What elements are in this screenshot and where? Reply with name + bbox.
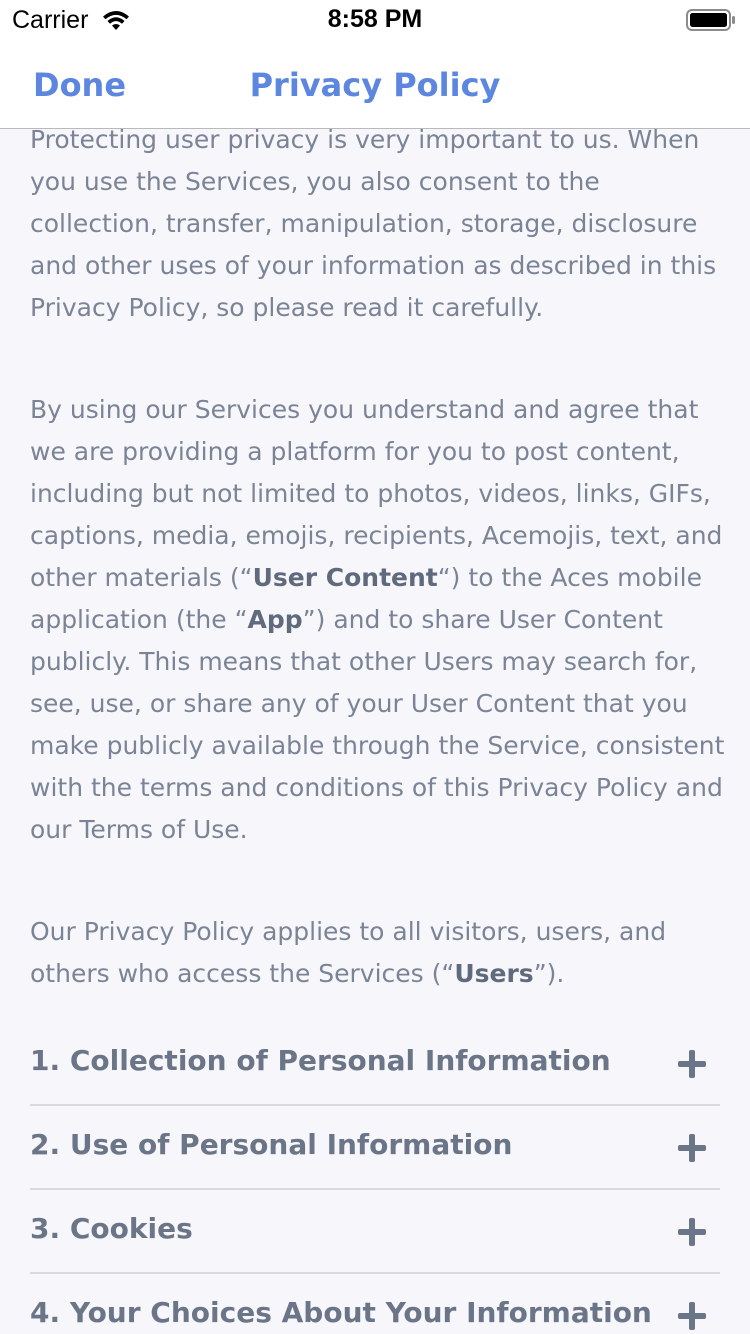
navigation-bar: Done Privacy Policy <box>0 40 750 129</box>
section-collection-of-personal-information[interactable]: 1. Collection of Personal Information <box>30 1022 720 1106</box>
page-title: Privacy Policy <box>249 66 501 104</box>
plus-icon[interactable] <box>678 1218 706 1246</box>
status-time: 8:58 PM <box>327 5 423 33</box>
plus-icon[interactable] <box>678 1134 706 1162</box>
services-paragraph: By using our Services you understand and… <box>30 389 730 851</box>
section-title: 4. Your Choices About Your Information <box>30 1296 652 1329</box>
users-term: Users <box>454 959 534 988</box>
applies-text-1: Our Privacy Policy applies to all visito… <box>30 917 667 988</box>
services-text-3: ”) and to share User Content publicly. T… <box>30 605 725 844</box>
plus-icon[interactable] <box>678 1302 706 1330</box>
section-title: 2. Use of Personal Information <box>30 1128 513 1161</box>
app-term: App <box>247 605 303 634</box>
section-cookies[interactable]: 3. Cookies <box>30 1190 720 1274</box>
user-content-term: User Content <box>252 563 438 592</box>
section-title: 1. Collection of Personal Information <box>30 1044 611 1077</box>
section-your-choices[interactable]: 4. Your Choices About Your Information <box>30 1274 720 1334</box>
applies-text-2: ”). <box>533 959 565 988</box>
status-bar: Carrier 8:58 PM <box>0 0 750 40</box>
section-use-of-personal-information[interactable]: 2. Use of Personal Information <box>30 1106 720 1190</box>
policy-sections: 1. Collection of Personal Information 2.… <box>30 1022 720 1334</box>
policy-content[interactable]: Protecting user privacy is very importan… <box>0 129 750 1334</box>
plus-icon[interactable] <box>678 1050 706 1078</box>
applies-paragraph: Our Privacy Policy applies to all visito… <box>30 911 730 995</box>
intro-paragraph: Protecting user privacy is very importan… <box>30 129 717 322</box>
section-title: 3. Cookies <box>30 1212 193 1245</box>
battery-icon <box>686 9 735 31</box>
